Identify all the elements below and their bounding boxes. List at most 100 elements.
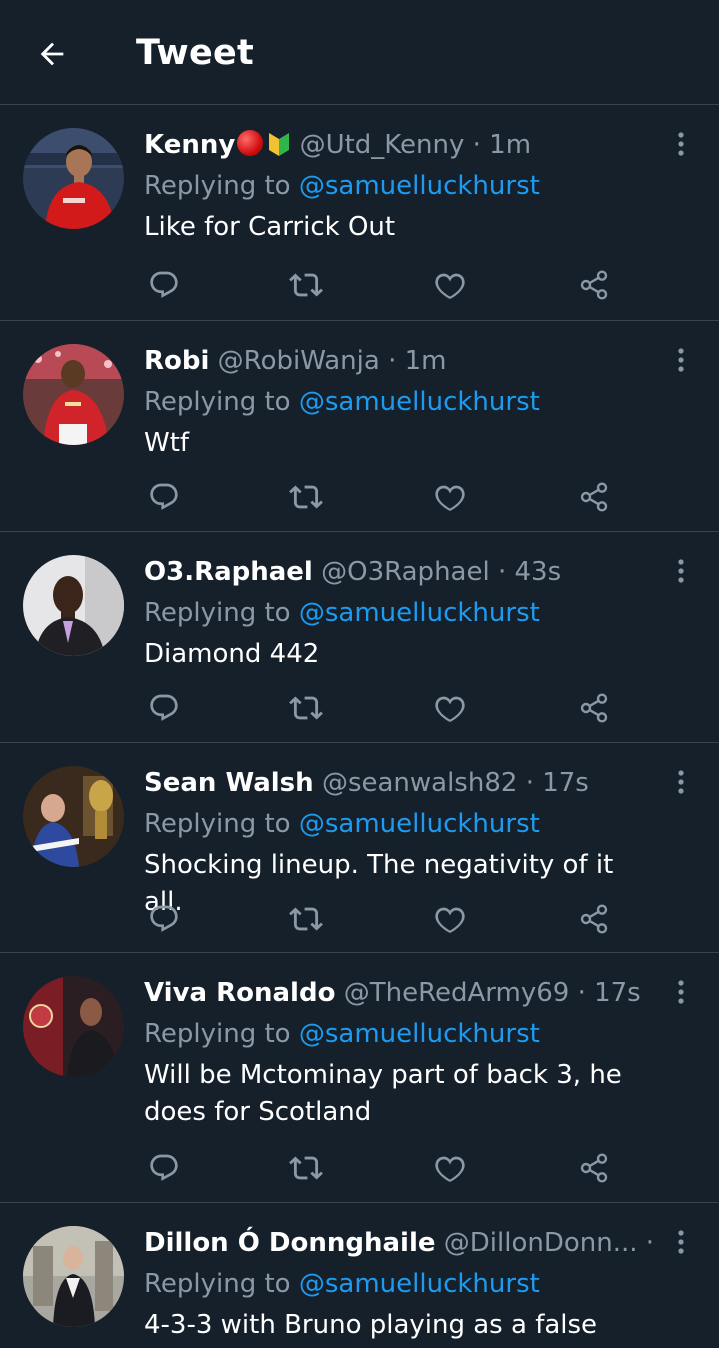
avatar[interactable] xyxy=(23,1226,124,1327)
timestamp[interactable]: · 1m xyxy=(388,346,446,376)
mention-link[interactable]: @samuelluckhurst xyxy=(299,598,540,628)
tweet-actions xyxy=(144,899,624,939)
tweet-header: Kenny @Utd_Kenny · 1m xyxy=(144,125,659,165)
tweet-actions xyxy=(144,265,624,305)
tweet-text: Will be Mctominay part of back 3, he doe… xyxy=(144,1060,622,1127)
reply-icon xyxy=(150,694,178,721)
tweet-actions xyxy=(144,477,624,517)
mention-link[interactable]: @samuelluckhurst xyxy=(299,1269,540,1299)
user-handle[interactable]: @RobiWanja xyxy=(218,346,380,376)
heart-icon xyxy=(435,485,465,511)
mention-link[interactable]: @samuelluckhurst xyxy=(299,1019,540,1049)
tweet-detail-screen: Tweet Kenny @Utd_Kenny · 1m Replying to … xyxy=(0,0,719,1348)
replying-to: Replying to @samuelluckhurst xyxy=(144,165,659,207)
reply-button[interactable] xyxy=(144,1148,184,1188)
tweet-header: Dillon Ó Donnghaile @DillonDonn... · 4s xyxy=(144,1223,659,1263)
reply-tweet[interactable]: Kenny @Utd_Kenny · 1m Replying to @samue… xyxy=(0,105,719,321)
more-options-button[interactable] xyxy=(669,767,693,797)
like-button[interactable] xyxy=(430,265,470,305)
avatar[interactable] xyxy=(23,344,124,445)
tweet-text: Wtf xyxy=(144,428,190,458)
page-title: Tweet xyxy=(136,33,255,73)
timestamp[interactable]: · 1m xyxy=(473,130,531,160)
user-handle[interactable]: @DillonDonn... xyxy=(444,1228,638,1258)
mention-link[interactable]: @samuelluckhurst xyxy=(299,809,540,839)
user-handle[interactable]: @seanwalsh82 xyxy=(322,768,517,798)
tweet-text: 4-3-3 with Bruno playing as a false nine… xyxy=(144,1310,598,1348)
reply-button[interactable] xyxy=(144,265,184,305)
more-vertical-icon xyxy=(678,1230,684,1254)
like-button[interactable] xyxy=(430,477,470,517)
replying-to: Replying to @samuelluckhurst xyxy=(144,381,659,423)
retweet-button[interactable] xyxy=(286,477,326,517)
share-icon xyxy=(580,482,608,512)
tweet-actions xyxy=(144,1148,624,1188)
retweet-button[interactable] xyxy=(286,265,326,305)
reply-button[interactable] xyxy=(144,899,184,939)
more-options-button[interactable] xyxy=(669,345,693,375)
tweet-header: Viva Ronaldo @TheRedArmy69 · 17s xyxy=(144,973,659,1013)
reply-button[interactable] xyxy=(144,477,184,517)
share-button[interactable] xyxy=(574,688,614,728)
timestamp[interactable]: · 43s xyxy=(498,557,561,587)
display-name[interactable]: Viva Ronaldo xyxy=(144,978,335,1008)
replying-to: Replying to @samuelluckhurst xyxy=(144,1263,659,1305)
top-app-bar: Tweet xyxy=(0,0,719,105)
retweet-button[interactable] xyxy=(286,899,326,939)
like-button[interactable] xyxy=(430,899,470,939)
user-handle[interactable]: @Utd_Kenny xyxy=(300,130,465,160)
tweet-body: O3.Raphael @O3Raphael · 43s Replying to … xyxy=(144,552,659,673)
replying-to-label: Replying to xyxy=(144,809,299,839)
like-button[interactable] xyxy=(430,688,470,728)
share-icon xyxy=(580,1153,608,1183)
more-options-button[interactable] xyxy=(669,129,693,159)
tweet-text: Like for Carrick Out xyxy=(144,212,396,242)
share-button[interactable] xyxy=(574,265,614,305)
retweet-icon xyxy=(289,1156,323,1180)
share-button[interactable] xyxy=(574,899,614,939)
display-name[interactable]: Sean Walsh xyxy=(144,768,314,798)
reply-button[interactable] xyxy=(144,688,184,728)
reply-tweet[interactable]: Robi @RobiWanja · 1m Replying to @samuel… xyxy=(0,321,719,532)
retweet-button[interactable] xyxy=(286,1148,326,1188)
heart-icon xyxy=(435,273,465,299)
display-name[interactable]: Robi xyxy=(144,346,209,376)
avatar[interactable] xyxy=(23,976,124,1077)
timestamp[interactable]: · 4s xyxy=(646,1228,659,1258)
retweet-icon xyxy=(289,273,323,297)
share-icon xyxy=(580,693,608,723)
reply-tweet[interactable]: Sean Walsh @seanwalsh82 · 17s Replying t… xyxy=(0,743,719,953)
tweet-header: Robi @RobiWanja · 1m xyxy=(144,341,659,381)
timestamp[interactable]: · 17s xyxy=(526,768,589,798)
retweet-button[interactable] xyxy=(286,688,326,728)
avatar[interactable] xyxy=(23,555,124,656)
display-name[interactable]: O3.Raphael xyxy=(144,557,313,587)
display-name[interactable]: Dillon Ó Donnghaile xyxy=(144,1228,435,1258)
avatar[interactable] xyxy=(23,766,124,867)
more-vertical-icon xyxy=(678,559,684,583)
arrow-left-icon xyxy=(40,42,64,66)
mention-link[interactable]: @samuelluckhurst xyxy=(299,387,540,417)
display-name[interactable]: Kenny xyxy=(144,130,235,160)
replying-to: Replying to @samuelluckhurst xyxy=(144,803,659,845)
avatar[interactable] xyxy=(23,128,124,229)
share-button[interactable] xyxy=(574,1148,614,1188)
share-icon xyxy=(580,904,608,934)
more-options-button[interactable] xyxy=(669,556,693,586)
mention-link[interactable]: @samuelluckhurst xyxy=(299,171,540,201)
reply-tweet[interactable]: Dillon Ó Donnghaile @DillonDonn... · 4s … xyxy=(0,1203,719,1348)
timestamp[interactable]: · 17s xyxy=(578,978,641,1008)
back-button[interactable] xyxy=(28,30,76,78)
reply-tweet[interactable]: Viva Ronaldo @TheRedArmy69 · 17s Replyin… xyxy=(0,953,719,1203)
retweet-icon xyxy=(289,907,323,931)
reply-tweet[interactable]: O3.Raphael @O3Raphael · 43s Replying to … xyxy=(0,532,719,743)
more-vertical-icon xyxy=(678,132,684,156)
tweet-header: O3.Raphael @O3Raphael · 43s xyxy=(144,552,659,592)
more-options-button[interactable] xyxy=(669,977,693,1007)
user-handle[interactable]: @TheRedArmy69 xyxy=(344,978,570,1008)
more-vertical-icon xyxy=(678,348,684,372)
share-button[interactable] xyxy=(574,477,614,517)
more-options-button[interactable] xyxy=(669,1227,693,1257)
user-handle[interactable]: @O3Raphael xyxy=(321,557,490,587)
like-button[interactable] xyxy=(430,1148,470,1188)
